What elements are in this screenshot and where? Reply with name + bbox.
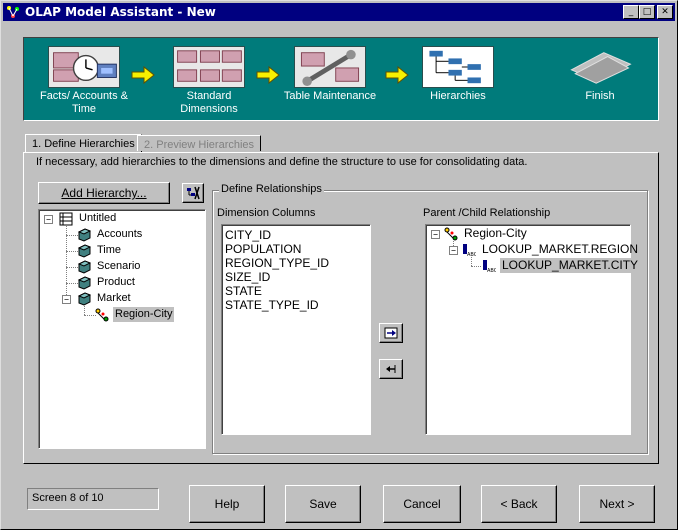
minimize-button[interactable]: _	[623, 5, 639, 19]
list-item[interactable]: STATE	[225, 284, 262, 298]
wizard-window: OLAP Model Assistant - New _ □ ✕ Facts/ …	[0, 0, 678, 530]
tab-define-hierarchies[interactable]: 1. Define Hierarchies	[25, 134, 142, 153]
back-button[interactable]: < Back	[481, 485, 557, 523]
hierarchy-link-icon	[444, 227, 458, 241]
finish-icon	[570, 52, 632, 84]
save-button[interactable]: Save	[285, 485, 361, 523]
add-hierarchy-label: Add Hierarchy...	[61, 186, 147, 200]
dimension-columns-label: Dimension Columns	[217, 207, 316, 219]
dimension-cube-icon	[77, 292, 91, 306]
list-item[interactable]: CITY_ID	[225, 228, 271, 242]
tree-item-label: Product	[97, 276, 135, 288]
define-relationships-group: Define Relationships Dimension Columns C…	[212, 183, 648, 454]
arrow-to-right-icon	[384, 327, 398, 339]
list-item[interactable]: STATE_TYPE_ID	[225, 298, 319, 312]
list-item[interactable]: SIZE_ID	[225, 270, 270, 284]
step-facts-accounts-time: Facts/ Accounts & Time	[34, 38, 134, 120]
hierarchy-link-icon	[95, 308, 109, 322]
move-right-button[interactable]	[379, 323, 403, 343]
next-button[interactable]: Next >	[579, 485, 655, 523]
relationship-city-label: LOOKUP_MARKET.CITY	[500, 258, 641, 273]
move-left-button[interactable]	[379, 359, 403, 379]
list-item[interactable]: REGION_TYPE_ID	[225, 256, 329, 270]
olap-app-icon	[7, 6, 19, 18]
tree-item-label: Scenario	[97, 260, 141, 272]
close-button[interactable]: ✕	[657, 5, 673, 19]
step-table-maintenance: Table Maintenance	[280, 38, 380, 120]
parent-child-label: Parent /Child Relationship	[423, 207, 551, 219]
wrench-table-icon	[294, 46, 366, 88]
dimension-cube-icon	[77, 260, 91, 274]
tree-item-label: Region-City	[113, 307, 175, 322]
maximize-button[interactable]: □	[639, 5, 655, 19]
wizard-steps-banner: Facts/ Accounts & Time Standard Dimensio…	[23, 37, 659, 121]
step-label: Facts/ Accounts & Time	[39, 90, 129, 115]
relationship-region-label: LOOKUP_MARKET.REGION	[482, 242, 639, 256]
hierarchy-tree[interactable]: − Untitled Accounts Time Scenario Produc…	[38, 209, 206, 449]
hierarchy-root-icon	[59, 212, 73, 226]
tree-item-label: Untitled	[79, 212, 117, 224]
arrow-right-icon	[256, 66, 280, 84]
delete-hierarchy-icon	[187, 186, 200, 200]
instruction-text: If necessary, add hierarchies to the dim…	[36, 156, 528, 168]
arrow-right-icon	[385, 66, 409, 84]
dimension-cube-icon	[77, 276, 91, 290]
collapse-region-icon[interactable]: −	[449, 246, 458, 255]
facts-clock-icon	[48, 46, 120, 88]
list-item[interactable]: POPULATION	[225, 242, 301, 256]
define-relationships-title: Define Relationships	[219, 183, 324, 195]
step-hierarchies: Hierarchies	[408, 38, 508, 120]
collapse-market-icon[interactable]: −	[62, 295, 71, 304]
tree-item-label: Time	[97, 244, 122, 256]
dimension-columns-list[interactable]: CITY_ID POPULATION REGION_TYPE_ID SIZE_I…	[221, 224, 371, 435]
step-label: Finish	[585, 90, 615, 102]
add-hierarchy-button[interactable]: Add Hierarchy...	[38, 182, 170, 204]
step-label: Table Maintenance	[283, 90, 377, 102]
arrow-right-icon	[131, 66, 155, 84]
hierarchy-tree-icon	[422, 46, 494, 88]
help-button[interactable]: Help	[189, 485, 265, 523]
remove-hierarchy-button[interactable]	[182, 183, 204, 203]
svg-text:ABC: ABC	[487, 268, 496, 273]
collapse-relationship-icon[interactable]: −	[431, 230, 440, 239]
step-label: Standard Dimensions	[180, 90, 238, 115]
define-hierarchies-panel: If necessary, add hierarchies to the dim…	[23, 152, 659, 464]
dimensions-tables-icon	[173, 46, 245, 88]
tree-item-label: Accounts	[97, 228, 143, 240]
column-abc-icon: ABC	[483, 260, 496, 273]
arrow-to-left-icon	[386, 365, 396, 373]
dimension-cube-icon	[77, 244, 91, 258]
column-abc-icon: ABC	[463, 244, 476, 257]
dimension-cube-icon	[77, 228, 91, 242]
cancel-button[interactable]: Cancel	[383, 485, 461, 523]
screen-status: Screen 8 of 10	[27, 488, 159, 510]
tree-item-label: Market	[97, 292, 131, 304]
window-title: OLAP Model Assistant - New	[25, 5, 216, 19]
parent-child-tree[interactable]: − Region-City − ABC LOOKUP_MARKET.REGION…	[425, 224, 641, 435]
collapse-root-icon[interactable]: −	[44, 215, 53, 224]
step-label: Hierarchies	[430, 90, 486, 102]
relationship-root-label: Region-City	[464, 226, 527, 240]
title-bar[interactable]: OLAP Model Assistant - New _ □ ✕	[3, 3, 675, 21]
step-standard-dimensions: Standard Dimensions	[159, 38, 259, 120]
tab-preview-hierarchies[interactable]: 2. Preview Hierarchies	[137, 135, 262, 151]
step-finish: Finish	[550, 38, 650, 120]
